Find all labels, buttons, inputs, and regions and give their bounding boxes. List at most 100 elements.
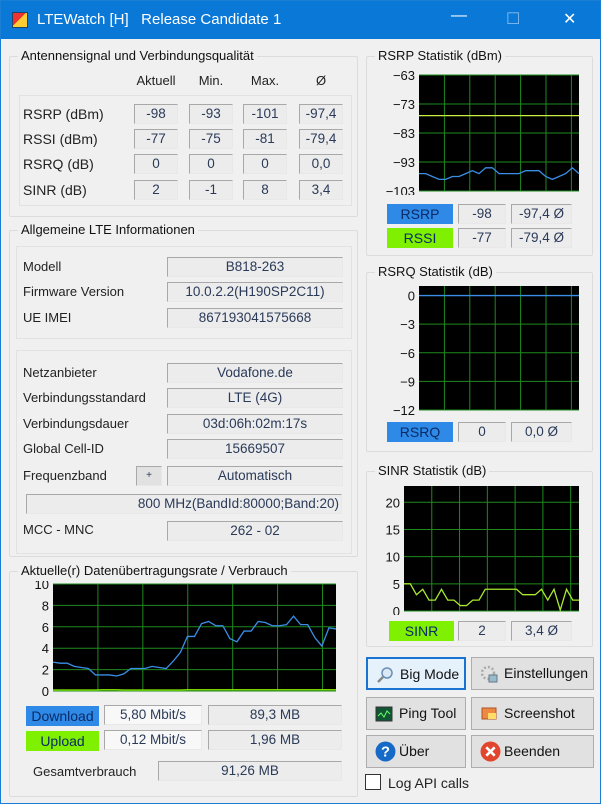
band-detail-field: 800 MHz(BandId:80000;Band:20) <box>26 494 342 514</box>
device-value-field: 867193041575668 <box>167 308 343 328</box>
y-tick-label: 10 <box>386 550 400 565</box>
signal-value-field: -81 <box>243 129 287 149</box>
rsrp-value: -98 <box>458 204 506 224</box>
sinr-chart: 0 5 10 15 20 <box>386 486 579 615</box>
y-tick-label: −103 <box>386 184 415 195</box>
signal-value-field: -98 <box>134 104 178 124</box>
signal-value-field: 3,4 <box>299 180 343 200</box>
network-label: Verbindungsdauer <box>23 416 129 431</box>
upload-legend: Upload <box>26 731 99 751</box>
network-value-field: LTE (4G) <box>167 388 343 408</box>
y-tick-label: 0 <box>42 684 49 696</box>
window-title: LTEWatch [H] Release Candidate 1 <box>37 11 282 28</box>
screenshot-button[interactable]: Screenshot <box>471 697 594 730</box>
y-tick-label: −83 <box>393 126 415 141</box>
svg-text:?: ? <box>381 745 390 761</box>
big-mode-button[interactable]: Big Mode <box>366 657 466 690</box>
signal-value-field: -79,4 <box>299 129 343 149</box>
monitor-chart-icon <box>375 706 393 722</box>
rsrp-chart: −63 −73 −83 −93 −103 <box>386 71 580 195</box>
ping-tool-button[interactable]: Ping Tool <box>366 697 466 730</box>
sinr-legend: SINR <box>389 621 454 641</box>
group-title: SINR Statistik (dB) <box>375 463 490 478</box>
mcc-label: MCC - MNC <box>23 522 94 537</box>
y-tick-label: −3 <box>400 317 415 332</box>
button-label: Beenden <box>504 743 561 759</box>
app-icon <box>12 12 28 28</box>
column-header: Ø <box>315 73 327 88</box>
rsrp-avg: -97,4 Ø <box>511 204 572 224</box>
network-label: Verbindungsstandard <box>23 390 146 405</box>
y-tick-label: 15 <box>386 522 400 537</box>
signal-row-label: RSSI (dBm) <box>23 131 98 147</box>
upload-total-field: 1,96 MB <box>208 730 342 750</box>
about-button[interactable]: ? Über <box>366 735 466 768</box>
upload-rate-field: 0,12 Mbit/s <box>104 730 202 750</box>
close-button[interactable]: ✕ <box>563 9 576 29</box>
y-tick-label: 2 <box>42 663 49 678</box>
y-tick-label: 4 <box>42 641 49 656</box>
traffic-chart: 0 2 4 6 8 10 <box>35 581 337 696</box>
y-tick-label: −63 <box>393 71 415 83</box>
title-bar: LTEWatch [H] Release Candidate 1 — ☐ ✕ <box>1 1 600 39</box>
y-tick-label: −6 <box>400 346 415 361</box>
device-label: UE IMEI <box>23 310 72 325</box>
log-api-checkbox[interactable] <box>365 774 381 790</box>
y-tick-label: 0 <box>408 289 415 304</box>
rsrq-legend: RSRQ <box>387 422 453 442</box>
y-tick-label: 20 <box>386 495 400 510</box>
download-total-field: 89,3 MB <box>208 705 342 725</box>
band-add-button[interactable]: + <box>136 466 162 486</box>
app-window: LTEWatch [H] Release Candidate 1 — ☐ ✕ A… <box>0 0 601 804</box>
network-value-field: 15669507 <box>167 439 343 459</box>
y-tick-label: 8 <box>42 598 49 613</box>
download-rate-field: 5,80 Mbit/s <box>104 705 202 725</box>
signal-value-field: 0 <box>243 154 287 174</box>
y-tick-label: −93 <box>393 155 415 170</box>
help-icon: ? <box>375 741 396 762</box>
button-label: Big Mode <box>400 666 460 682</box>
group-title: Aktuelle(r) Datenübertragungsrate / Verb… <box>18 563 291 578</box>
group-title: Allgemeine LTE Informationen <box>18 222 198 237</box>
download-legend: Download <box>26 706 99 726</box>
sinr-value: 2 <box>458 621 506 641</box>
network-label: Frequenzband <box>23 468 107 483</box>
maximize-button[interactable]: ☐ <box>506 9 520 29</box>
y-tick-label: 10 <box>35 581 49 592</box>
y-tick-label: 5 <box>393 577 400 592</box>
group-title: RSRP Statistik (dBm) <box>375 48 506 63</box>
mcc-field: 262 - 02 <box>167 521 343 541</box>
button-label: Ping Tool <box>399 705 457 721</box>
total-label: Gesamtverbrauch <box>33 764 137 779</box>
minimize-button[interactable]: — <box>451 7 467 25</box>
y-tick-label: −73 <box>393 97 415 112</box>
log-api-label[interactable]: Log API calls <box>388 775 469 791</box>
column-header: Aktuell <box>136 73 176 88</box>
signal-value-field: -93 <box>189 104 233 124</box>
plot-area <box>419 286 579 410</box>
group-title: Antennensignal und Verbindungsqualität <box>18 48 257 63</box>
settings-button[interactable]: Einstellungen <box>471 657 594 690</box>
screenshot-icon <box>481 707 497 720</box>
network-value-field: Vodafone.de <box>167 363 343 383</box>
button-label: Über <box>399 743 430 759</box>
exit-button[interactable]: Beenden <box>471 735 594 768</box>
rssi-avg: -79,4 Ø <box>511 228 572 248</box>
signal-value-field: 0,0 <box>299 154 343 174</box>
rsrq-value: 0 <box>458 422 506 442</box>
network-value-field[interactable]: Automatisch <box>167 466 343 486</box>
gear-icon <box>480 665 498 683</box>
signal-value-field: 0 <box>134 154 178 174</box>
magnifier-icon <box>377 667 393 683</box>
close-circle-icon <box>480 741 501 762</box>
device-value-field: 10.0.2.2(H190SP2C11) <box>167 282 343 302</box>
rsrp-legend: RSRP <box>387 204 453 224</box>
button-label: Einstellungen <box>504 665 589 681</box>
network-value-field: 03d:06h:02m:17s <box>167 414 343 434</box>
rsrq-chart: 0 −3 −6 −9 −12 <box>393 286 579 415</box>
column-header: Max. <box>250 73 280 88</box>
device-label: Modell <box>23 259 62 274</box>
y-tick-label: 6 <box>42 620 49 635</box>
signal-value-field: -77 <box>134 129 178 149</box>
network-label: Global Cell-ID <box>23 441 104 456</box>
